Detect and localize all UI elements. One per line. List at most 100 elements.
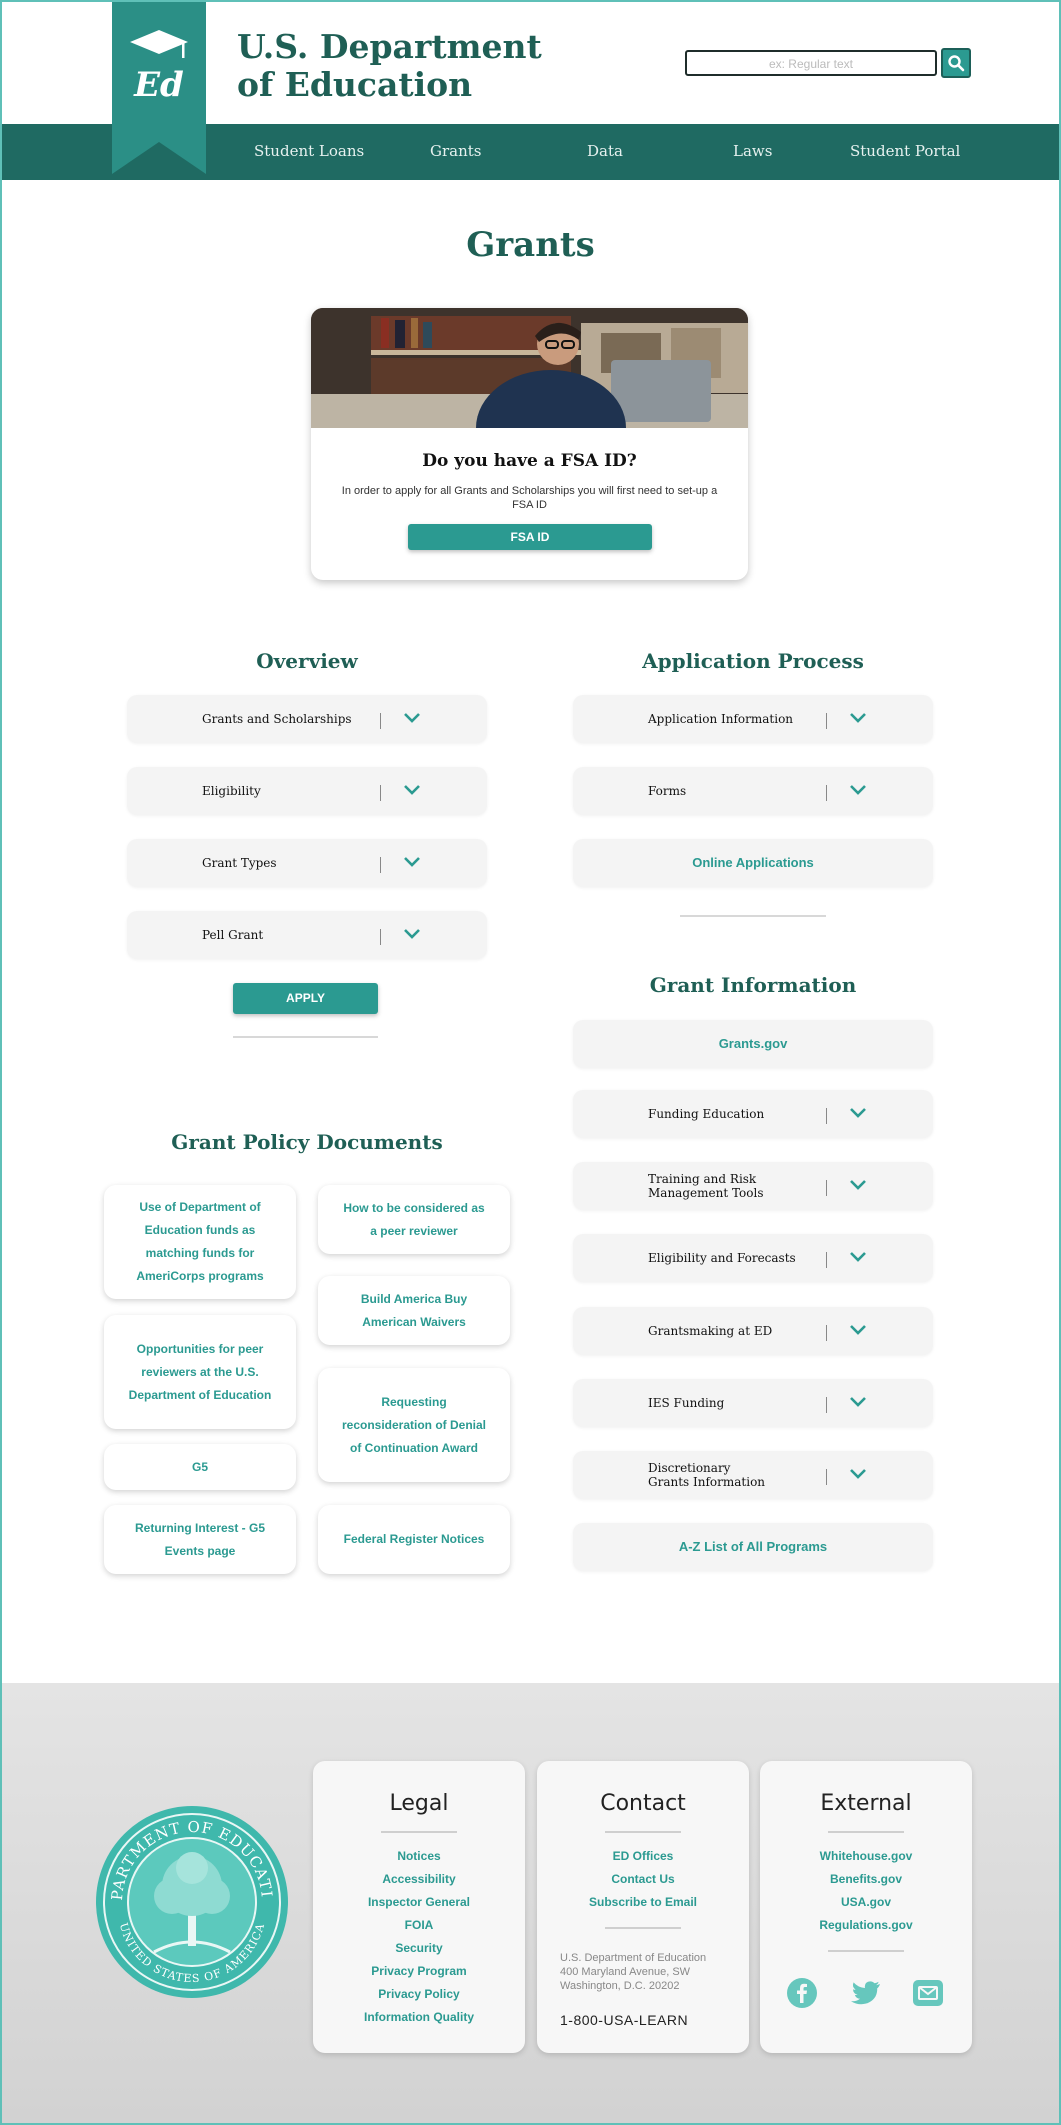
address-line-1: U.S. Department of Education [560,1952,707,1964]
footer-link-privacy-policy[interactable]: Privacy Policy [313,1987,525,2001]
divider [826,1108,827,1124]
accordion-pell-grant[interactable]: Pell Grant [127,911,487,959]
email-icon[interactable] [912,1977,944,2009]
divider [826,785,827,801]
nav-item-student-loans[interactable]: Student Loans [254,142,364,160]
az-list-link[interactable]: A-Z List of All Programs [573,1523,933,1571]
footer-link-security[interactable]: Security [313,1941,525,1955]
search-icon [948,55,965,72]
application-process-title: Application Process [642,649,864,673]
accordion-label: Pell Grant [202,928,264,942]
contact-phone[interactable]: 1-800-USA-LEARN [560,2012,688,2028]
chevron-down-icon[interactable] [403,783,421,797]
online-applications-link[interactable]: Online Applications [573,839,933,887]
fsa-heading: Do you have a FSA ID? [422,451,637,471]
site-title[interactable]: U.S. Department of Education [237,28,542,104]
chevron-down-icon[interactable] [849,711,867,725]
chevron-down-icon[interactable] [849,1178,867,1192]
doc-reconsideration-denial[interactable]: Requesting reconsideration of Denial of … [318,1368,510,1482]
nav-item-student-portal[interactable]: Student Portal [850,142,960,160]
doc-g5[interactable]: G5 [104,1444,296,1490]
divider [826,1180,827,1196]
address-line-3: Washington, D.C. 20202 [560,1980,680,1992]
accordion-ies-funding[interactable]: IES Funding [573,1379,933,1427]
chevron-down-icon[interactable] [403,711,421,725]
search-button[interactable] [941,48,971,78]
online-applications-link-box[interactable]: Online Applications [573,839,933,887]
accordion-grants-and-scholarships[interactable]: Grants and Scholarships [127,695,487,743]
external-divider [828,1831,904,1833]
chevron-down-icon[interactable] [403,927,421,941]
grants-gov-link[interactable]: Grants.gov [573,1020,933,1068]
footer-legal-card: Legal Notices Accessibility Inspector Ge… [313,1761,525,2053]
divider [826,1469,827,1485]
accordion-discretionary-grants[interactable]: Discretionary Grants Information [573,1451,933,1499]
grant-information-title: Grant Information [649,973,857,997]
accordion-forms[interactable]: Forms [573,767,933,815]
chevron-down-icon[interactable] [849,1395,867,1409]
doc-federal-register-notices[interactable]: Federal Register Notices [318,1505,510,1574]
accordion-label: Forms [648,784,687,798]
footer-link-inspector-general[interactable]: Inspector General [313,1895,525,1909]
footer-link-contact-us[interactable]: Contact Us [537,1872,749,1886]
logo-text: Ed [133,65,184,105]
az-list-link-box[interactable]: A-Z List of All Programs [573,1523,933,1571]
accordion-eligibility[interactable]: Eligibility [127,767,487,815]
divider [380,785,381,801]
doc-peer-reviewer-how-to[interactable]: How to be considered as a peer reviewer [318,1185,510,1254]
footer-link-foia[interactable]: FOIA [313,1918,525,1932]
doc-build-america-waivers[interactable]: Build America Buy American Waivers [318,1276,510,1345]
nav-item-grants[interactable]: Grants [430,142,481,160]
footer-link-whitehouse[interactable]: Whitehouse.gov [760,1849,972,1863]
grants-gov-link-box[interactable]: Grants.gov [573,1020,933,1068]
doc-returning-interest[interactable]: Returning Interest - G5 Events page [104,1505,296,1574]
accordion-grant-types[interactable]: Grant Types [127,839,487,887]
contact-address: U.S. Department of Education 400 Marylan… [560,1951,706,1993]
legal-title: Legal [389,1791,449,1816]
contact-title: Contact [600,1791,686,1816]
footer-link-ed-offices[interactable]: ED Offices [537,1849,749,1863]
external-title: External [820,1791,912,1816]
accordion-application-information[interactable]: Application Information [573,695,933,743]
grant-policy-documents-title: Grant Policy Documents [171,1130,443,1154]
ed-logo-ribbon[interactable]: Ed [112,2,206,174]
accordion-training-risk-management[interactable]: Training and Risk Management Tools [573,1162,933,1210]
twitter-icon[interactable] [850,1977,882,2009]
accordion-funding-education[interactable]: Funding Education [573,1090,933,1138]
footer-link-benefits[interactable]: Benefits.gov [760,1872,972,1886]
accordion-grantsmaking[interactable]: Grantsmaking at ED [573,1307,933,1355]
accordion-label: Training and Risk Management Tools [648,1172,764,1200]
chevron-down-icon[interactable] [849,783,867,797]
footer-link-privacy-program[interactable]: Privacy Program [313,1964,525,1978]
nav-item-laws[interactable]: Laws [733,142,772,160]
footer-link-subscribe[interactable]: Subscribe to Email [537,1895,749,1909]
search-input[interactable]: ex: Regular text [685,50,937,76]
chevron-down-icon[interactable] [849,1106,867,1120]
accordion-label: Eligibility [202,784,261,798]
student-photo [311,308,748,428]
nav-item-data[interactable]: Data [587,142,623,160]
accordion-label: Grantsmaking at ED [648,1324,773,1338]
footer-link-accessibility[interactable]: Accessibility [313,1872,525,1886]
facebook-icon[interactable] [786,1977,818,2009]
overview-title: Overview [256,649,358,673]
accordion-eligibility-forecasts[interactable]: Eligibility and Forecasts [573,1234,933,1282]
doc-americorps-matching[interactable]: Use of Department of Education funds as … [104,1185,296,1299]
footer-link-usa-gov[interactable]: USA.gov [760,1895,972,1909]
footer-link-regulations[interactable]: Regulations.gov [760,1918,972,1932]
legal-divider [381,1831,457,1833]
chevron-down-icon[interactable] [849,1323,867,1337]
fsa-id-button[interactable]: FSA ID [408,524,652,550]
accordion-label: Grant Types [202,856,277,870]
address-line-2: 400 Maryland Avenue, SW [560,1966,691,1978]
accordion-label: Funding Education [648,1107,765,1121]
chevron-down-icon[interactable] [403,855,421,869]
divider [380,857,381,873]
footer-link-notices[interactable]: Notices [313,1849,525,1863]
doc-peer-reviewer-opportunities[interactable]: Opportunities for peer reviewers at the … [104,1315,296,1429]
chevron-down-icon[interactable] [849,1467,867,1481]
chevron-down-icon[interactable] [849,1250,867,1264]
fsa-description: In order to apply for all Grants and Sch… [341,485,718,511]
footer-link-information-quality[interactable]: Information Quality [313,2010,525,2024]
apply-button[interactable]: APPLY [233,983,378,1014]
